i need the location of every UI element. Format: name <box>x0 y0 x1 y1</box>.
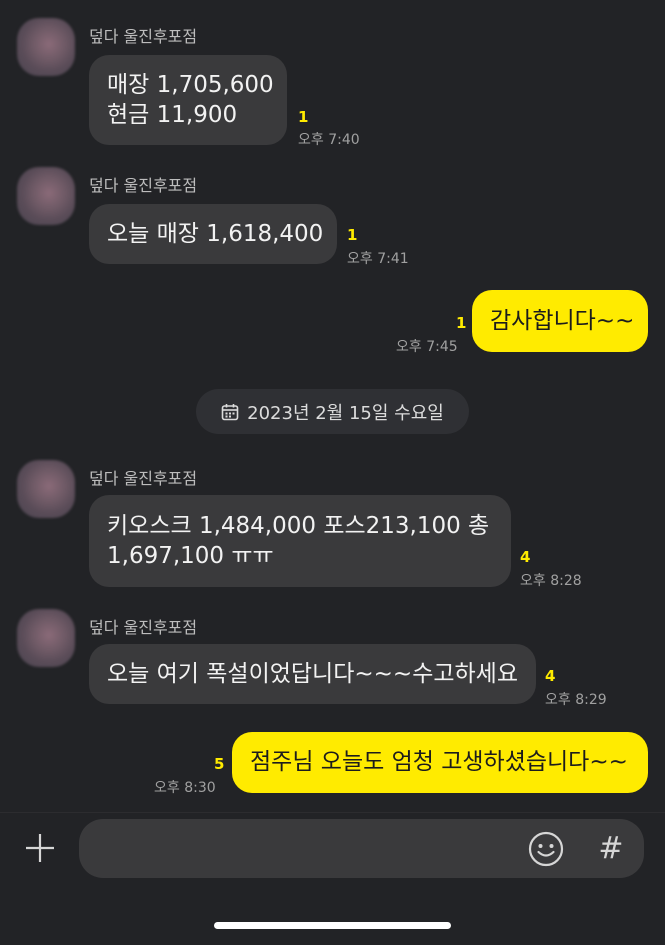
message-bubble-received[interactable]: 매장 1,705,600 현금 11,900 <box>89 55 287 145</box>
message-time: 오후 8:30 <box>154 780 216 796</box>
message-bubble-sent[interactable]: 점주님 오늘도 엄청 고생하셨습니다~~ <box>232 732 648 793</box>
avatar[interactable] <box>17 460 75 518</box>
message-line: 현금 11,900 <box>107 102 238 128</box>
message-line: 오늘 매장 1,618,400 <box>107 221 324 247</box>
sender-name: 덮다 울진후포점 <box>89 27 198 46</box>
message-time: 오후 7:40 <box>298 132 360 148</box>
sender-name: 덮다 울진후포점 <box>89 618 198 637</box>
message-line: 매장 1,705,600 <box>107 72 274 98</box>
home-indicator <box>214 922 451 929</box>
message-line: 감사합니다~~ <box>490 308 635 334</box>
message-time: 오후 8:29 <box>545 692 607 708</box>
hash-icon[interactable]: # <box>596 830 626 868</box>
calendar-icon <box>221 403 239 420</box>
unread-count: 4 <box>545 667 556 685</box>
message-bubble-sent[interactable]: 감사합니다~~ <box>472 290 648 352</box>
unread-count: 5 <box>214 755 225 773</box>
unread-count: 4 <box>520 548 531 566</box>
plus-icon[interactable] <box>24 832 56 864</box>
message-time: 오후 8:28 <box>520 573 582 589</box>
message-line: 1,697,100 ㅠㅠ <box>107 543 274 569</box>
unread-count: 1 <box>456 314 467 332</box>
message-bubble-received[interactable]: 오늘 여기 폭설이었답니다~~~수고하세요 <box>89 644 536 704</box>
date-divider-label: 2023년 2월 15일 수요일 <box>247 402 444 424</box>
sender-name: 덮다 울진후포점 <box>89 469 198 488</box>
message-line: 점주님 오늘도 엄청 고생하셨습니다~~ <box>250 749 628 775</box>
unread-count: 1 <box>347 226 358 244</box>
message-time: 오후 7:45 <box>396 339 458 355</box>
date-divider: 2023년 2월 15일 수요일 <box>196 389 469 434</box>
avatar[interactable] <box>17 167 75 225</box>
message-time: 오후 7:41 <box>347 251 409 267</box>
unread-count: 1 <box>298 108 309 126</box>
message-bubble-received[interactable]: 키오스크 1,484,000 포스213,100 총 1,697,100 ㅠㅠ <box>89 495 511 587</box>
message-line: 키오스크 1,484,000 포스213,100 총 <box>107 513 490 539</box>
message-line: 오늘 여기 폭설이었답니다~~~수고하세요 <box>107 661 518 687</box>
emoji-icon[interactable] <box>528 831 564 867</box>
avatar[interactable] <box>17 609 75 667</box>
sender-name: 덮다 울진후포점 <box>89 176 198 195</box>
message-bubble-received[interactable]: 오늘 매장 1,618,400 <box>89 204 337 264</box>
avatar[interactable] <box>17 18 75 76</box>
